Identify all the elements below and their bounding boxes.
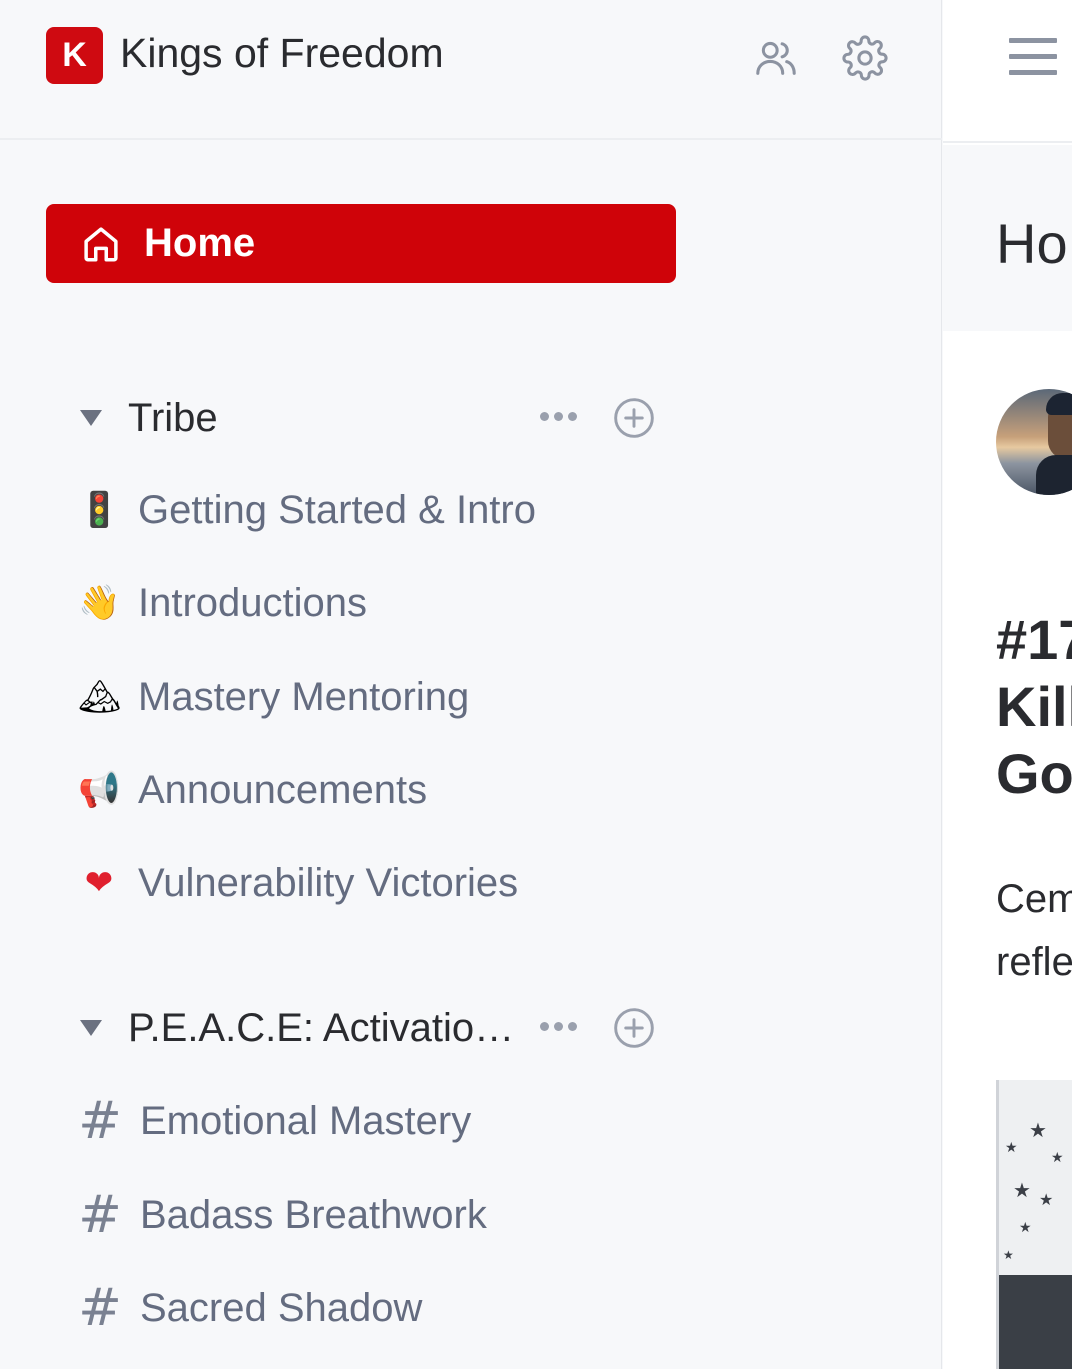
- members-icon[interactable]: [752, 34, 800, 82]
- hashtag-icon: #: [78, 1185, 122, 1245]
- space-label: Introductions: [138, 580, 368, 625]
- post-title-line: Kill: [996, 675, 1072, 738]
- space-label: Emotional Mastery: [140, 1098, 472, 1143]
- add-space-icon[interactable]: [612, 1006, 656, 1050]
- community-name[interactable]: Kings of Freedom: [120, 30, 444, 77]
- page-title-area: Ho: [943, 145, 1072, 331]
- post-title-line: Goi: [996, 742, 1072, 805]
- post-excerpt-line: Cem: [996, 877, 1072, 921]
- post-title[interactable]: #17 Kill Goi: [996, 606, 1072, 807]
- space-label: Badass Breathwork: [140, 1192, 487, 1237]
- space-item-sacred-shadow[interactable]: # Sacred Shadow: [78, 1278, 698, 1338]
- space-group-title: Tribe: [128, 395, 218, 440]
- home-nav-button[interactable]: Home: [46, 204, 676, 283]
- space-item-emotional-mastery[interactable]: # Emotional Mastery: [78, 1091, 698, 1151]
- menu-icon[interactable]: [1009, 37, 1057, 77]
- space-label: Mastery Mentoring: [138, 674, 470, 719]
- heart-icon: ❤: [84, 863, 114, 903]
- mountain-icon: 🏔: [78, 677, 122, 717]
- gear-icon[interactable]: [841, 34, 889, 82]
- main-topbar: [943, 0, 1072, 143]
- post-excerpt-line: refle: [996, 940, 1072, 984]
- post-image[interactable]: ★ ★ ★ ★ ★ ★ ★: [996, 1080, 1072, 1369]
- more-options-icon[interactable]: [540, 412, 577, 421]
- space-label: Getting Started & Intro: [138, 487, 536, 532]
- hashtag-icon: #: [78, 1091, 122, 1151]
- waving-hand-icon: 👋: [78, 583, 121, 623]
- space-group-title: P.E.A.C.E: Activatio…: [128, 1005, 515, 1050]
- space-group-peace[interactable]: P.E.A.C.E: Activatio…: [78, 998, 678, 1058]
- post-title-line: #17: [996, 608, 1072, 671]
- home-label: Home: [144, 221, 256, 265]
- more-options-icon[interactable]: [540, 1022, 577, 1031]
- megaphone-icon: 📢: [78, 770, 121, 810]
- add-space-icon[interactable]: [612, 396, 656, 440]
- space-group-tribe[interactable]: Tribe: [78, 388, 678, 448]
- space-label: Sacred Shadow: [140, 1285, 423, 1330]
- sidebar-header: K Kings of Freedom: [0, 0, 942, 140]
- caret-down-icon[interactable]: [80, 410, 102, 426]
- space-label: Vulnerability Victories: [138, 860, 519, 905]
- caret-down-icon[interactable]: [80, 1020, 102, 1036]
- traffic-light-icon: 🚦: [78, 490, 121, 530]
- sidebar: K Kings of Freedom Home Tribe 🚦 Getting …: [0, 0, 942, 1369]
- community-logo[interactable]: K: [46, 27, 103, 84]
- space-item-introductions[interactable]: 👋 Introductions: [78, 573, 698, 633]
- space-item-announcements[interactable]: 📢 Announcements: [78, 760, 698, 820]
- space-item-mastery-mentoring[interactable]: 🏔 Mastery Mentoring: [78, 667, 698, 727]
- main-content: Ho #17 Kill Goi Cem refle ★ ★ ★ ★ ★ ★ ★: [943, 0, 1072, 1369]
- space-item-getting-started[interactable]: 🚦 Getting Started & Intro: [78, 480, 698, 540]
- space-item-vulnerability-victories[interactable]: ❤ Vulnerability Victories: [78, 853, 698, 913]
- space-label: Announcements: [138, 767, 428, 812]
- hashtag-icon: #: [78, 1278, 122, 1338]
- post-excerpt: Cem refle: [996, 868, 1072, 994]
- author-avatar[interactable]: [996, 389, 1072, 495]
- space-item-badass-breathwork[interactable]: # Badass Breathwork: [78, 1185, 698, 1245]
- home-icon: [84, 226, 118, 261]
- page-title: Ho: [996, 212, 1068, 275]
